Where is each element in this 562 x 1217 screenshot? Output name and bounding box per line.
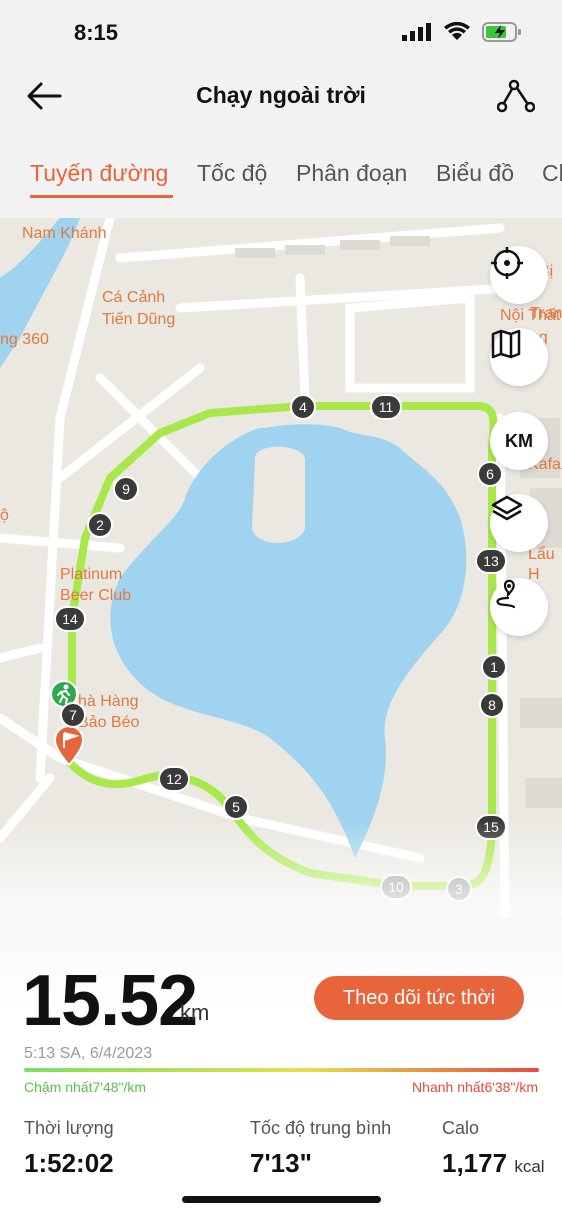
km-marker[interactable]: 4 [290, 394, 316, 420]
tab-active-indicator [30, 195, 173, 198]
distance-value: 15.52 [22, 961, 198, 1041]
km-marker[interactable]: 8 [479, 692, 505, 718]
map-label: ng 360 [0, 331, 49, 348]
km-marker[interactable]: 5 [223, 794, 249, 820]
distance-unit: km [180, 1000, 210, 1025]
km-marker[interactable]: 15 [475, 814, 507, 840]
km-marker[interactable]: 14 [54, 606, 86, 632]
home-indicator[interactable] [182, 1196, 381, 1203]
km-marker[interactable]: 7 [60, 702, 86, 728]
slowest-pace: Chậm nhất7'48"/km [24, 1079, 147, 1095]
tab-route[interactable]: Tuyến đường [30, 160, 168, 187]
tab-more[interactable]: Ch [542, 160, 562, 187]
flag-pin-icon [53, 725, 85, 766]
calories-metric: 1,177 kcal [442, 1148, 545, 1179]
tab-charts[interactable]: Biểu đồ [436, 160, 514, 187]
tab-pace[interactable]: Tốc độ [197, 160, 267, 187]
layers-button[interactable] [490, 494, 548, 552]
map-label: Platinum [60, 566, 123, 583]
map-label: Nội Thất [500, 307, 561, 324]
map-label: Nam Khánh [22, 225, 107, 242]
map-label: Beer Club [60, 587, 132, 604]
map-label: Tiến Dũng [102, 311, 176, 328]
calories-unit: kcal [514, 1157, 545, 1176]
status-time: 8:15 [74, 20, 119, 45]
live-tracking-button[interactable]: Theo dõi tức thời [314, 976, 524, 1020]
km-marker[interactable]: 11 [370, 394, 402, 420]
location-route-icon [496, 579, 516, 609]
route-share-button[interactable] [494, 76, 538, 116]
pace-gradient-bar [24, 1068, 539, 1072]
locate-button[interactable] [490, 246, 548, 304]
unit-toggle-button[interactable]: KM [490, 412, 548, 470]
crosshair-icon [491, 247, 523, 279]
status-icons [402, 21, 522, 47]
calories-label: Calo [442, 1118, 480, 1138]
duration-label: Thời lượng [24, 1118, 114, 1138]
route-icon [497, 79, 535, 113]
km-marker[interactable]: 2 [87, 512, 113, 538]
map-label: Cá Cảnh [102, 289, 166, 306]
tab-splits[interactable]: Phân đoạn [296, 160, 407, 187]
avg-pace-label: Tốc độ trung bình [250, 1118, 392, 1138]
duration-value: 1:52:02 [24, 1148, 114, 1178]
calories-value: 1,177 [442, 1148, 508, 1178]
tab-bar: Tuyến đường Tốc độ Phân đoạn Biểu đồ Ch [0, 150, 562, 210]
km-marker[interactable]: 13 [475, 548, 507, 574]
map-icon [491, 329, 521, 359]
map-label: Bảo Béo [78, 714, 140, 731]
nav-bar: Chạy ngoài trời [0, 64, 562, 128]
map-label: ộ [0, 507, 9, 524]
fastest-pace: Nhanh nhất6'38"/km [412, 1079, 538, 1095]
layers-icon [491, 495, 523, 521]
km-marker[interactable]: 10 [380, 874, 412, 900]
wifi-icon [444, 21, 470, 47]
km-marker[interactable]: 3 [446, 876, 472, 902]
km-marker[interactable]: 1 [481, 654, 507, 680]
map-type-button[interactable] [490, 328, 548, 386]
map-label: Lẩu H [528, 546, 555, 583]
route-trace-button[interactable] [490, 578, 548, 636]
battery-charging-icon [482, 22, 522, 47]
km-marker[interactable]: 6 [477, 461, 503, 487]
km-marker[interactable]: 12 [158, 766, 190, 792]
avg-pace-value: 7'13" [250, 1148, 312, 1178]
activity-datetime: 5:13 SA, 6/4/2023 [24, 1045, 153, 1062]
status-bar: 8:15 [0, 0, 562, 64]
page-title: Chạy ngoài trời [196, 82, 366, 108]
island-shape [252, 446, 305, 543]
signal-icon [402, 23, 432, 46]
map-label: hà Hàng [78, 693, 139, 710]
route-map[interactable]: Nam Khánh Cá Cảnh Tiến Dũng ng 360 Plati… [0, 218, 562, 918]
km-marker[interactable]: 9 [113, 476, 139, 502]
